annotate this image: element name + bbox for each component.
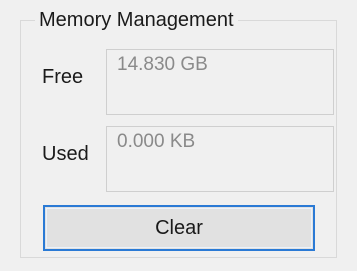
clear-button[interactable]: Clear	[43, 205, 315, 251]
used-memory-field: 0.000 KB	[106, 126, 334, 192]
free-memory-field: 14.830 GB	[106, 49, 334, 115]
groupbox-title: Memory Management	[35, 7, 238, 33]
used-label: Used	[42, 143, 89, 165]
free-label: Free	[42, 66, 84, 88]
